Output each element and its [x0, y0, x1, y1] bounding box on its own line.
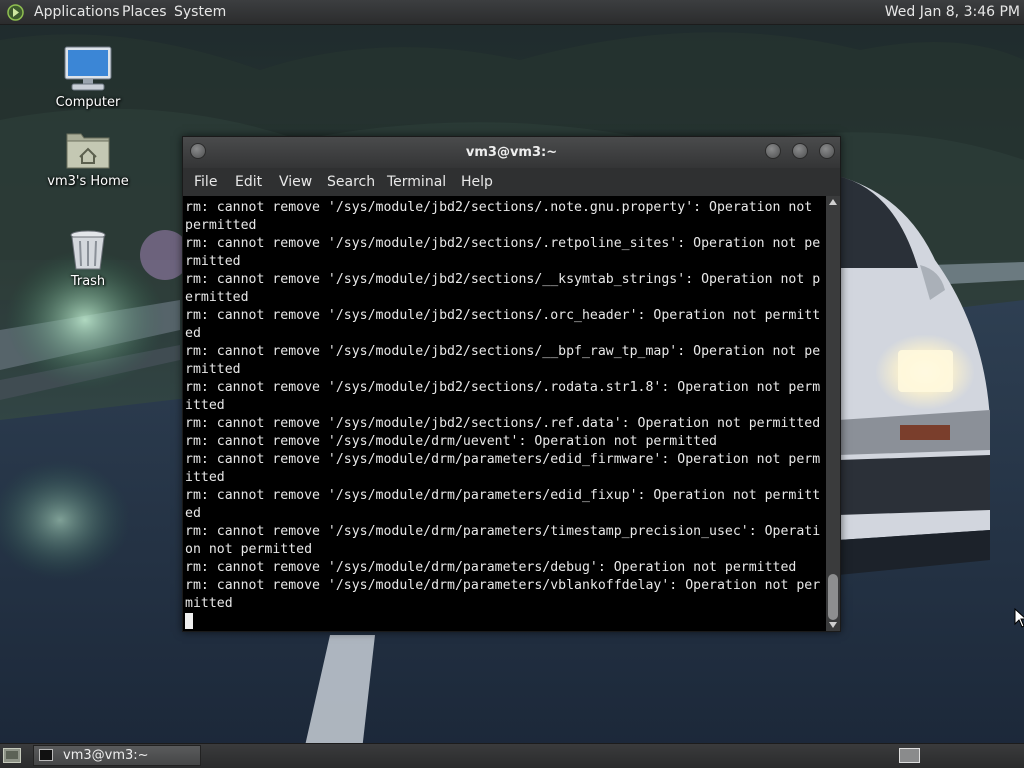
terminal-window[interactable]: vm3@vm3:~ File Edit View Search Terminal… [182, 136, 841, 632]
home-folder-icon [66, 133, 110, 169]
menu-terminal[interactable]: Terminal [387, 168, 446, 196]
scroll-down-arrow-icon[interactable] [829, 622, 837, 628]
menu-file[interactable]: File [194, 168, 217, 196]
mouse-pointer-icon [1014, 608, 1024, 628]
desktop-icon-trash[interactable]: Trash [38, 228, 138, 289]
places-menu[interactable]: Places [122, 0, 167, 25]
desktop-icon-label: Computer [55, 95, 121, 110]
distro-logo-icon[interactable] [7, 4, 24, 21]
trash-icon [70, 230, 106, 270]
clock[interactable]: Wed Jan 8, 3:46 PM [885, 0, 1020, 25]
menu-view[interactable]: View [279, 168, 312, 196]
close-button[interactable] [819, 143, 835, 159]
applications-menu[interactable]: Applications [34, 0, 120, 25]
terminal-menubar: File Edit View Search Terminal Help [183, 168, 840, 196]
desktop-icon-computer[interactable]: Computer [38, 45, 138, 110]
menu-help[interactable]: Help [461, 168, 493, 196]
minimize-button[interactable] [765, 143, 781, 159]
bottom-panel: vm3@vm3:~ [0, 743, 1024, 768]
text-cursor [185, 613, 193, 629]
workspace-switcher[interactable] [899, 748, 920, 763]
scroll-up-arrow-icon[interactable] [829, 199, 837, 205]
desktop-icon-label: vm3's Home [47, 174, 129, 189]
show-desktop-icon[interactable] [3, 748, 21, 763]
top-panel: Applications Places System Wed Jan 8, 3:… [0, 0, 1024, 25]
desktop-icon-label: Trash [70, 274, 106, 289]
computer-icon [64, 46, 112, 91]
scrollbar-thumb[interactable] [828, 574, 838, 620]
terminal-output[interactable]: rm: cannot remove '/sys/module/jbd2/sect… [183, 196, 826, 631]
terminal-icon [39, 749, 53, 761]
taskbar-window-button[interactable]: vm3@vm3:~ [33, 745, 201, 766]
terminal-text: rm: cannot remove '/sys/module/jbd2/sect… [185, 200, 821, 611]
window-titlebar[interactable]: vm3@vm3:~ [183, 137, 840, 168]
maximize-button[interactable] [792, 143, 808, 159]
taskbar-window-label: vm3@vm3:~ [63, 748, 149, 763]
system-menu[interactable]: System [174, 0, 226, 25]
window-title: vm3@vm3:~ [465, 145, 558, 160]
desktop-icon-home[interactable]: vm3's Home [38, 128, 138, 189]
terminal-scrollbar[interactable] [826, 196, 840, 631]
menu-search[interactable]: Search [327, 168, 375, 196]
menu-edit[interactable]: Edit [235, 168, 262, 196]
